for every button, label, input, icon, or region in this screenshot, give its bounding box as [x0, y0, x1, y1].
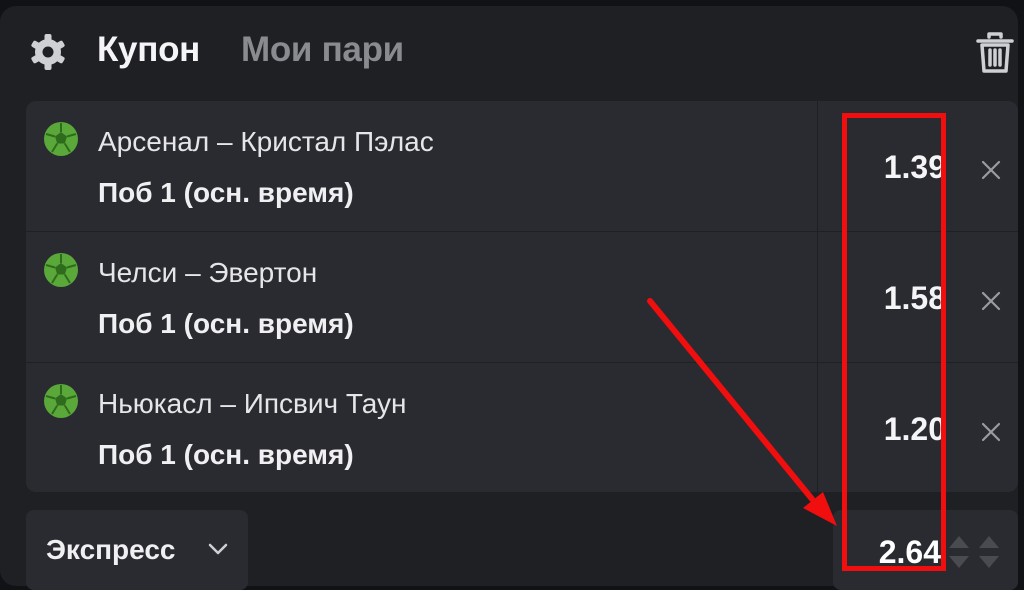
- chevron-down-icon: [208, 543, 228, 555]
- market-name: Поб 1 (осн. время): [98, 439, 354, 470]
- bet-type-label: Экспресс: [46, 534, 176, 565]
- tab-coupon[interactable]: Купон: [97, 30, 200, 70]
- market-name: Поб 1 (осн. время): [98, 308, 354, 339]
- match-name: Челси – Эвертон: [98, 257, 318, 288]
- tab-my-bets[interactable]: Мои пари: [241, 30, 404, 70]
- close-icon[interactable]: [980, 421, 1002, 443]
- odds-highlight-box: [842, 113, 946, 571]
- football-icon: [44, 122, 78, 156]
- football-icon: [44, 384, 78, 418]
- trash-icon[interactable]: [974, 31, 1016, 75]
- stepper-icon[interactable]: [949, 532, 1009, 572]
- match-name: Ньюкасл – Ипсвич Таун: [98, 388, 407, 419]
- market-name: Поб 1 (осн. время): [98, 177, 354, 208]
- bet-type-select[interactable]: Экспресс: [26, 510, 248, 590]
- gear-icon[interactable]: [28, 32, 68, 72]
- close-icon[interactable]: [980, 290, 1002, 312]
- match-name: Арсенал – Кристал Пэлас: [98, 126, 434, 157]
- football-icon: [44, 253, 78, 287]
- bet-slip-header: Купон Мои пари: [0, 0, 1018, 96]
- close-icon[interactable]: [980, 159, 1002, 181]
